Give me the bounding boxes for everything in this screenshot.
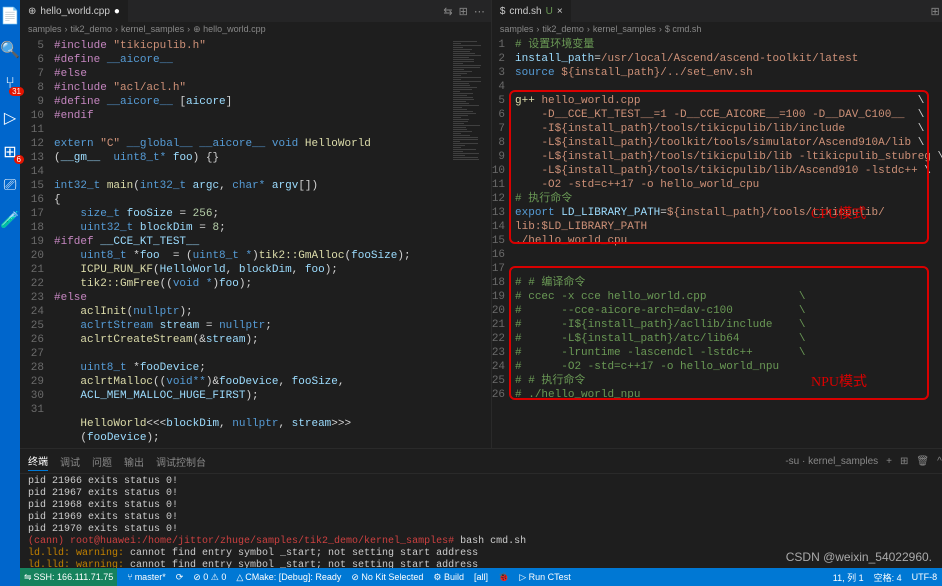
tab-label: cmd.sh xyxy=(509,6,541,17)
status-errors[interactable]: ⊘ 0 ⚠ 0 xyxy=(193,572,226,583)
close-icon[interactable]: × xyxy=(557,6,563,17)
status-branch[interactable]: ⑂ master* xyxy=(127,572,165,582)
panel-tab-debug[interactable]: 调试 xyxy=(60,452,80,471)
tab-cmd-sh[interactable]: $ cmd.sh U × xyxy=(492,0,571,22)
git-status: U xyxy=(546,6,553,17)
files-icon[interactable]: 📄 xyxy=(0,6,20,26)
right-code[interactable]: # 设置环境变量install_path=/usr/local/Ascend/a… xyxy=(511,36,942,448)
right-editor: $ cmd.sh U × ⊞ ⋯ samples›tik2_demo›kerne… xyxy=(492,0,942,448)
status-target[interactable]: [all] xyxy=(474,572,488,582)
extensions-icon[interactable]: ⊞ xyxy=(0,142,20,162)
status-kit[interactable]: ⊘ No Kit Selected xyxy=(351,572,423,583)
right-breadcrumbs[interactable]: samples›tik2_demo›kernel_samples›$ cmd.s… xyxy=(492,22,942,36)
source-control-icon[interactable]: ⑂ xyxy=(0,74,20,94)
split-icon[interactable]: ⊞ xyxy=(930,5,939,18)
modified-dot-icon: ● xyxy=(114,6,120,17)
status-cmake[interactable]: △ CMake: [Debug]: Ready xyxy=(236,572,341,583)
left-minimap[interactable] xyxy=(451,37,491,448)
left-tabs: ⊕ hello_world.cpp ● ⇆ ⊞ ⋯ xyxy=(20,0,491,22)
maximize-icon[interactable]: ^ xyxy=(937,456,942,467)
compare-icon[interactable]: ⇆ xyxy=(443,5,452,18)
status-debug-icon[interactable]: 🐞 xyxy=(498,572,509,583)
remote-icon[interactable]: ⎚ xyxy=(0,176,20,196)
split-icon[interactable]: ⊞ xyxy=(459,5,468,18)
testing-icon[interactable]: 🧪 xyxy=(0,210,20,230)
right-gutter: 1234567891011121314151617181920212223242… xyxy=(492,36,511,448)
search-icon[interactable]: 🔍 xyxy=(0,40,20,60)
status-spaces[interactable]: 空格: 4 xyxy=(874,571,902,584)
status-encoding[interactable]: UTF-8 xyxy=(912,571,938,584)
terminal-selector[interactable]: -su · kernel_samples xyxy=(785,456,878,467)
activity-bar: 📄 🔍 ⑂ ▷ ⊞ ⎚ 🧪 xyxy=(0,0,20,586)
status-build[interactable]: ⚙ Build xyxy=(433,572,464,583)
run-debug-icon[interactable]: ▷ xyxy=(0,108,20,128)
split-terminal-icon[interactable]: ⊞ xyxy=(900,456,908,467)
status-position[interactable]: 11, 列 1 xyxy=(833,571,864,584)
status-sync[interactable]: ⟳ xyxy=(176,572,184,583)
tab-label: hello_world.cpp xyxy=(40,6,110,17)
left-gutter: 5678910111213141516171819202122232425262… xyxy=(20,37,50,448)
right-tabs: $ cmd.sh U × ⊞ ⋯ xyxy=(492,0,942,22)
shell-file-icon: $ xyxy=(500,6,506,17)
status-bar: ⇋ SSH: 166.111.71.75 ⑂ master* ⟳ ⊘ 0 ⚠ 0… xyxy=(20,568,942,586)
tab-hello-world[interactable]: ⊕ hello_world.cpp ● xyxy=(20,0,128,22)
panel-tab-problems[interactable]: 问题 xyxy=(92,452,112,471)
trash-icon[interactable]: 🗑 xyxy=(916,456,929,467)
left-code[interactable]: #include "tikicpulib.h"#define __aicore_… xyxy=(50,37,451,448)
panel-tab-output[interactable]: 输出 xyxy=(124,452,144,471)
new-terminal-icon[interactable]: + xyxy=(886,456,892,467)
watermark: CSDN @weixin_54022960. xyxy=(786,550,932,564)
status-run[interactable]: ▷ Run CTest xyxy=(519,572,570,583)
more-icon[interactable]: ⋯ xyxy=(474,5,485,18)
cpp-file-icon: ⊕ xyxy=(28,6,36,17)
status-ssh[interactable]: ⇋ SSH: 166.111.71.75 xyxy=(20,568,117,586)
panel-tab-terminal[interactable]: 终端 xyxy=(28,451,48,471)
panel-tab-debug-console[interactable]: 调试控制台 xyxy=(156,452,206,471)
left-breadcrumbs[interactable]: samples›tik2_demo›kernel_samples›⊕ hello… xyxy=(20,22,491,37)
left-editor: ⊕ hello_world.cpp ● ⇆ ⊞ ⋯ samples›tik2_d… xyxy=(20,0,492,448)
